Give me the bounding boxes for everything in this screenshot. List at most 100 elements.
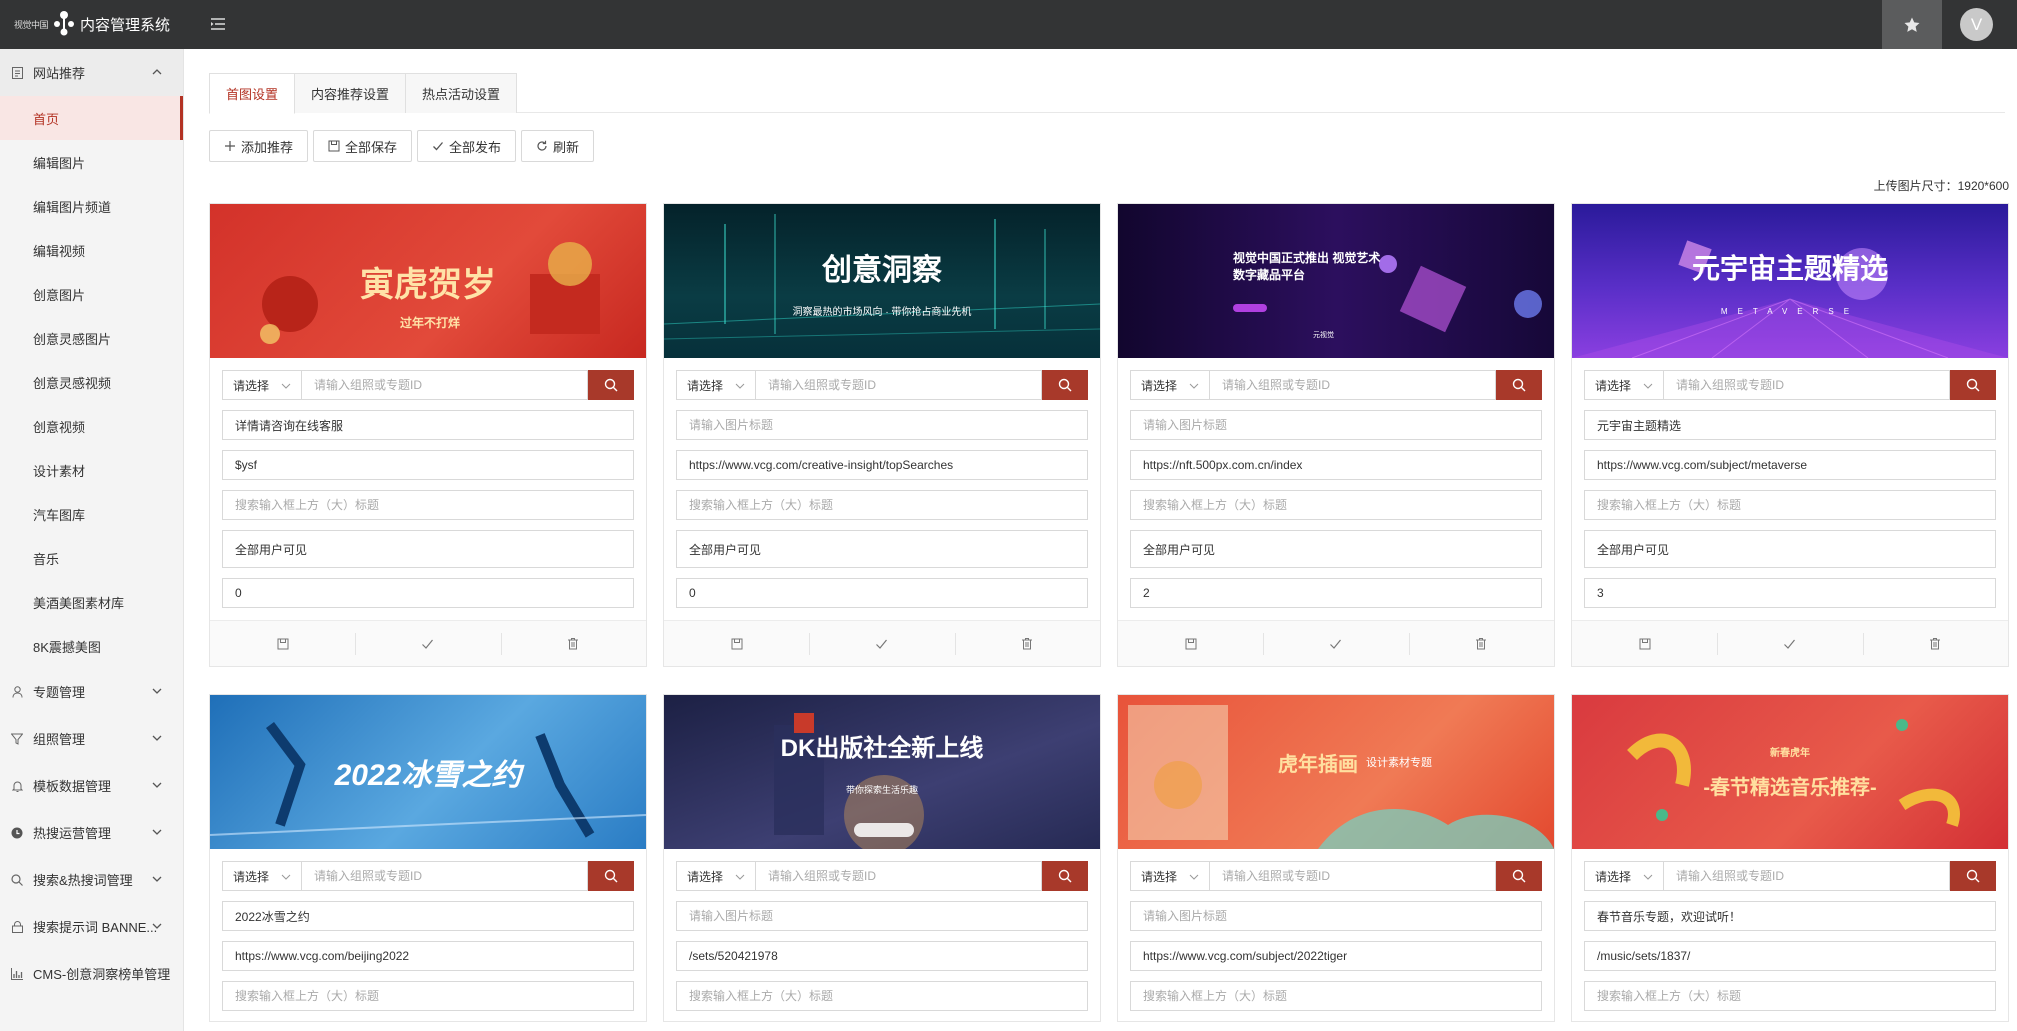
image-title-input[interactable] [1130, 901, 1542, 931]
sidebar-item-inspiration-video[interactable]: 创意灵感视频 [0, 360, 183, 404]
type-select[interactable]: 请选择 [1130, 370, 1210, 400]
set-id-search-input[interactable] [756, 370, 1042, 400]
search-subtitle-input[interactable] [676, 981, 1088, 1011]
publish-all-button[interactable]: 全部发布 [417, 130, 517, 162]
set-id-search-input[interactable] [756, 861, 1042, 891]
search-subtitle-input[interactable] [676, 490, 1088, 520]
set-id-search-input[interactable] [302, 370, 588, 400]
banner-image[interactable]: 新春虎年 -春节精选音乐推荐- [1572, 695, 2008, 849]
image-title-input[interactable] [1584, 410, 1996, 440]
sidebar-item-creative-video[interactable]: 创意视频 [0, 404, 183, 448]
link-input[interactable] [1130, 941, 1542, 971]
set-id-search-input[interactable] [302, 861, 588, 891]
tab-banner-settings[interactable]: 首图设置 [209, 73, 296, 114]
type-select[interactable]: 请选择 [676, 861, 756, 891]
banner-image[interactable]: 元宇宙主题精选 METAVERSE [1572, 204, 2008, 358]
sidebar-item-edit-video[interactable]: 编辑视频 [0, 228, 183, 272]
banner-image[interactable]: 寅虎贺岁 过年不打烊 [210, 204, 646, 358]
link-input[interactable] [222, 450, 634, 480]
banner-image[interactable]: DK出版社全新上线 带你探索生活乐趣 [664, 695, 1100, 849]
sort-order-input[interactable] [676, 578, 1088, 608]
sidebar-group-search-hint-banner[interactable]: 搜索提示词 BANNE... [0, 903, 183, 950]
banner-image[interactable]: 虎年插画 设计素材专题 [1118, 695, 1554, 849]
sidebar-group-template-data[interactable]: 模板数据管理 [0, 762, 183, 809]
publish-button[interactable] [1717, 621, 1862, 666]
image-title-input[interactable] [676, 901, 1088, 931]
search-subtitle-input[interactable] [1584, 981, 1996, 1011]
publish-button[interactable] [809, 621, 954, 666]
sidebar-group-website-recommend[interactable]: 网站推荐 [0, 49, 183, 96]
sidebar-item-8k-images[interactable]: 8K震撼美图 [0, 624, 183, 668]
search-button[interactable] [588, 861, 634, 891]
sidebar-group-topics[interactable]: 专题管理 [0, 668, 183, 715]
sort-order-input[interactable] [222, 578, 634, 608]
visibility-select[interactable] [222, 530, 634, 568]
add-recommend-button[interactable]: 添加推荐 [209, 130, 309, 162]
sidebar-item-inspiration-images[interactable]: 创意灵感图片 [0, 316, 183, 360]
sort-order-input[interactable] [1130, 578, 1542, 608]
sort-order-input[interactable] [1584, 578, 1996, 608]
save-button[interactable] [1118, 621, 1263, 666]
search-subtitle-input[interactable] [222, 490, 634, 520]
search-button[interactable] [1496, 370, 1542, 400]
delete-button[interactable] [1862, 621, 2008, 666]
set-id-search-input[interactable] [1664, 370, 1950, 400]
image-title-input[interactable] [1584, 901, 1996, 931]
image-title-input[interactable] [222, 410, 634, 440]
delete-button[interactable] [954, 621, 1100, 666]
link-input[interactable] [1130, 450, 1542, 480]
favorite-star-button[interactable] [1882, 0, 1942, 49]
sidebar-group-photo-sets[interactable]: 组照管理 [0, 715, 183, 762]
type-select[interactable]: 请选择 [1584, 861, 1664, 891]
sidebar-group-hot-search-ops[interactable]: 热搜运营管理 [0, 809, 183, 856]
search-subtitle-input[interactable] [1130, 981, 1542, 1011]
image-title-input[interactable] [1130, 410, 1542, 440]
visibility-select[interactable] [676, 530, 1088, 568]
sidebar-item-car-gallery[interactable]: 汽车图库 [0, 492, 183, 536]
refresh-button[interactable]: 刷新 [521, 130, 595, 162]
link-input[interactable] [676, 941, 1088, 971]
user-avatar[interactable]: V [1960, 8, 1993, 41]
search-button[interactable] [1950, 370, 1996, 400]
publish-button[interactable] [1263, 621, 1408, 666]
sidebar-item-edit-images[interactable]: 编辑图片 [0, 140, 183, 184]
link-input[interactable] [222, 941, 634, 971]
type-select[interactable]: 请选择 [1130, 861, 1210, 891]
app-logo[interactable]: 视觉中国 内容管理系统 [14, 8, 170, 40]
save-button[interactable] [1572, 621, 1717, 666]
sidebar-group-search-keywords[interactable]: 搜索&热搜词管理 [0, 856, 183, 903]
save-all-button[interactable]: 全部保存 [313, 130, 413, 162]
sidebar-group-cms-insight[interactable]: CMS-创意洞察榜单管理 [0, 950, 183, 997]
set-id-search-input[interactable] [1664, 861, 1950, 891]
sidebar-item-music[interactable]: 音乐 [0, 536, 183, 580]
type-select[interactable]: 请选择 [222, 370, 302, 400]
delete-button[interactable] [1408, 621, 1554, 666]
delete-button[interactable] [500, 621, 646, 666]
sidebar-item-creative-images[interactable]: 创意图片 [0, 272, 183, 316]
tab-content-recommend[interactable]: 内容推荐设置 [294, 73, 407, 113]
sidebar-item-home[interactable]: 首页 [0, 96, 183, 140]
search-button[interactable] [1042, 370, 1088, 400]
type-select[interactable]: 请选择 [222, 861, 302, 891]
search-subtitle-input[interactable] [222, 981, 634, 1011]
link-input[interactable] [676, 450, 1088, 480]
search-button[interactable] [588, 370, 634, 400]
banner-image[interactable]: 2022冰雪之约 [210, 695, 646, 849]
set-id-search-input[interactable] [1210, 861, 1496, 891]
menu-toggle-icon[interactable] [207, 13, 229, 35]
publish-button[interactable] [355, 621, 500, 666]
save-button[interactable] [210, 621, 355, 666]
sidebar-item-wine-gallery[interactable]: 美酒美图素材库 [0, 580, 183, 624]
visibility-select[interactable] [1584, 530, 1996, 568]
type-select[interactable]: 请选择 [676, 370, 756, 400]
sidebar-item-design-assets[interactable]: 设计素材 [0, 448, 183, 492]
save-button[interactable] [664, 621, 809, 666]
set-id-search-input[interactable] [1210, 370, 1496, 400]
image-title-input[interactable] [222, 901, 634, 931]
sidebar-item-edit-image-channel[interactable]: 编辑图片频道 [0, 184, 183, 228]
image-title-input[interactable] [676, 410, 1088, 440]
search-subtitle-input[interactable] [1584, 490, 1996, 520]
visibility-select[interactable] [1130, 530, 1542, 568]
type-select[interactable]: 请选择 [1584, 370, 1664, 400]
search-button[interactable] [1950, 861, 1996, 891]
